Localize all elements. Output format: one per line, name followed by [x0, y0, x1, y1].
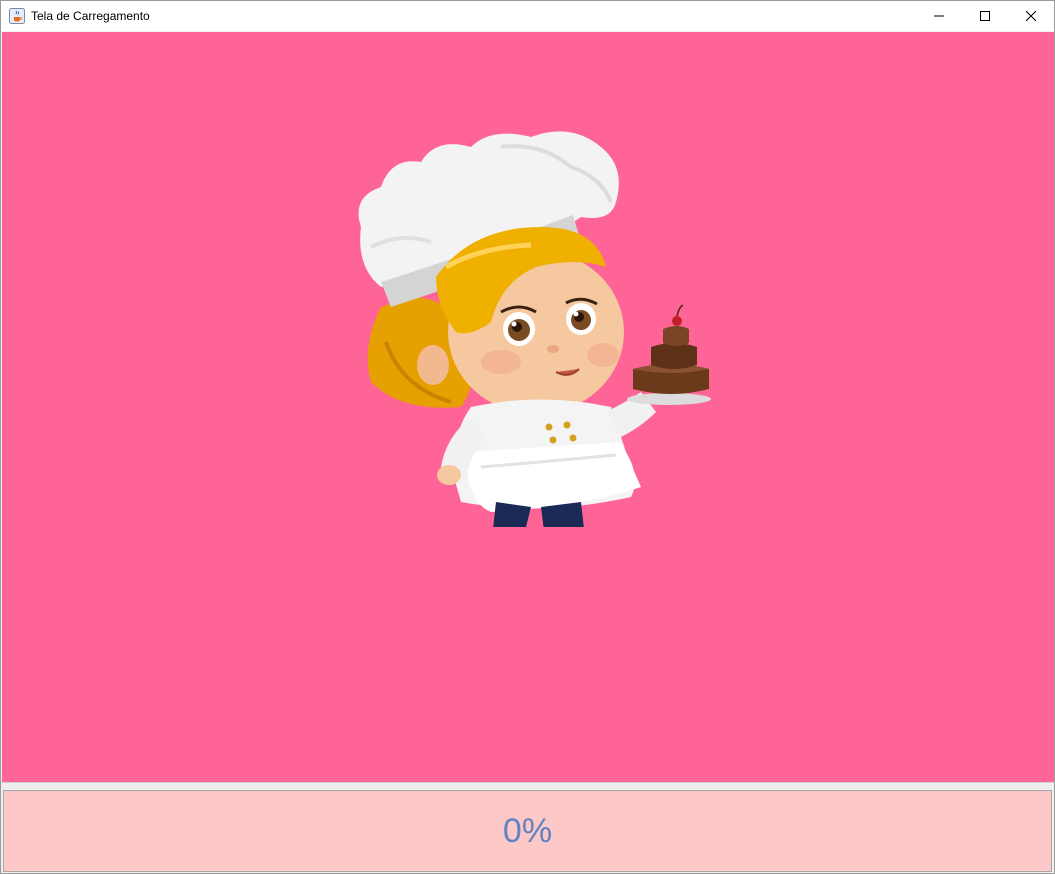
java-coffee-icon	[9, 8, 25, 24]
close-icon	[1026, 11, 1036, 21]
window-title: Tela de Carregamento	[31, 9, 150, 23]
progress-percent-label: 0%	[502, 811, 553, 850]
title-bar[interactable]: Tela de Carregamento	[1, 1, 1054, 31]
loading-window: Tela de Carregamento 0%	[0, 0, 1055, 874]
chef-girl-illustration	[358, 131, 711, 527]
maximize-button[interactable]	[962, 1, 1008, 31]
loading-progress-bar: 0%	[3, 790, 1052, 872]
minimize-icon	[934, 15, 944, 17]
close-button[interactable]	[1008, 1, 1054, 31]
minimize-button[interactable]	[916, 1, 962, 31]
window-controls	[916, 1, 1054, 31]
splash-panel	[2, 32, 1054, 782]
maximize-icon	[980, 11, 990, 21]
panel-separator	[1, 782, 1054, 789]
